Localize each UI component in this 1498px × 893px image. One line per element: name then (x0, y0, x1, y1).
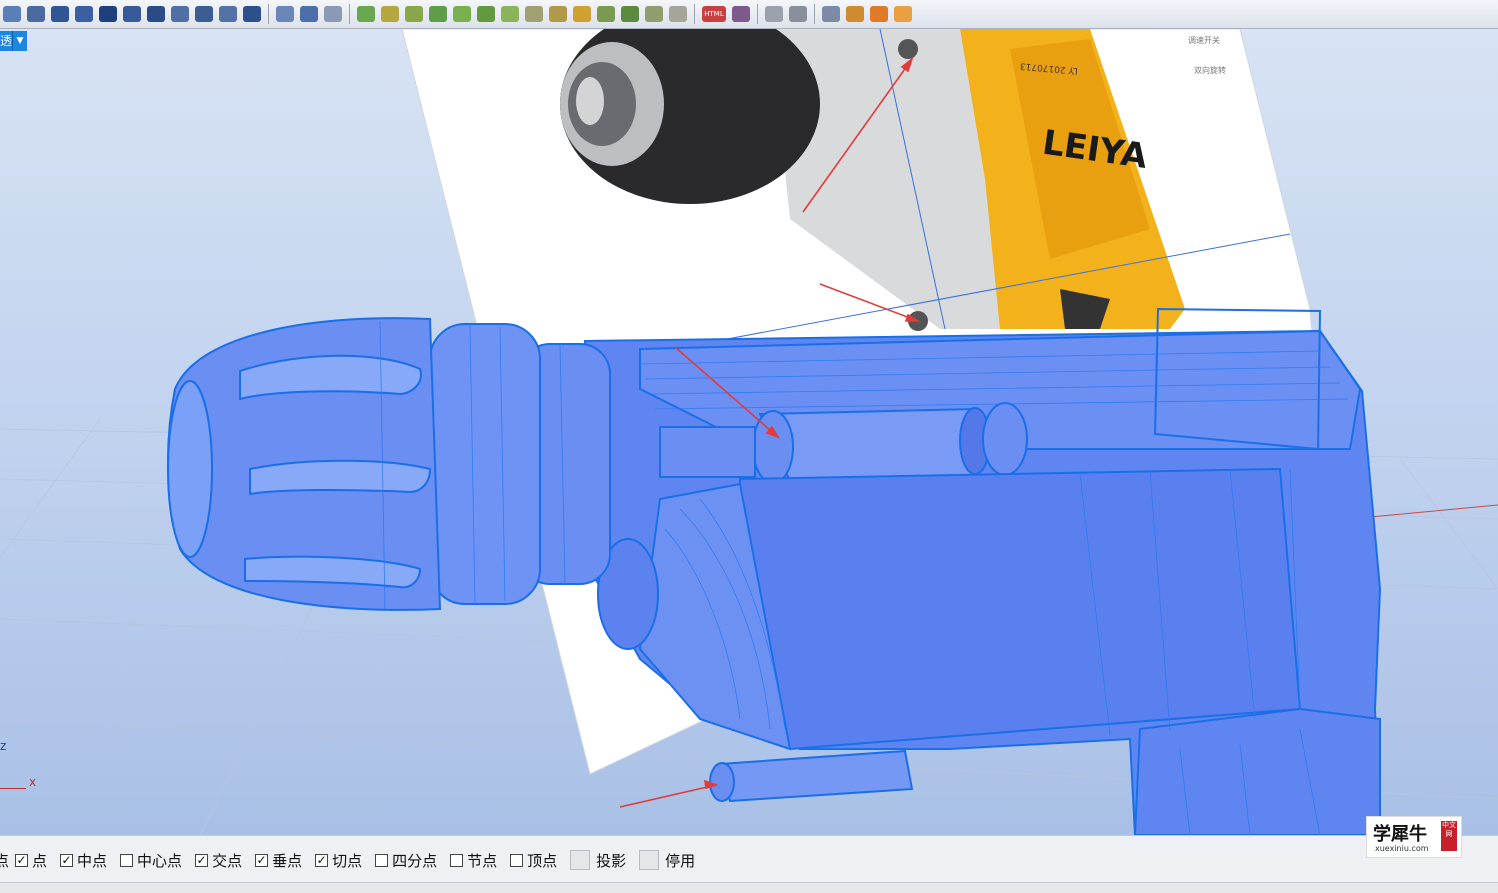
status-lower-strip (0, 882, 1498, 893)
toolbar-separator (694, 4, 695, 24)
osnap-label: 顶点 (527, 851, 558, 870)
osnap-item[interactable]: 顶点 (510, 850, 557, 871)
osnap-checkbox[interactable] (120, 853, 134, 867)
disable-label: 停用 (665, 851, 696, 870)
reference-note-2: 双向旋转 (1194, 65, 1226, 75)
osnap-checkbox[interactable] (375, 853, 389, 867)
viewport-title-label[interactable]: 透 (0, 31, 12, 51)
osnap-item[interactable]: ✓ 切点 (315, 850, 362, 871)
x-axis-label: x (29, 775, 37, 789)
monitor-icon[interactable] (822, 6, 840, 22)
osnap-item[interactable]: 节点 (450, 850, 497, 871)
toolbar-separator (268, 4, 269, 24)
search-icon[interactable] (846, 6, 864, 22)
osnap-label: 切点 (332, 851, 363, 870)
main-toolbar: HTML (0, 0, 1498, 29)
solid-icon[interactable] (243, 6, 261, 22)
surface-icon[interactable] (195, 6, 213, 22)
print-icon[interactable] (765, 6, 783, 22)
osnap-item[interactable]: 中心点 (120, 850, 182, 871)
osnap-checkbox[interactable]: ✓ (195, 853, 209, 867)
export-icon[interactable] (732, 6, 750, 22)
osnap-bar: 点 ✓ 点 ✓ 中点 中心点 ✓ 交点 ✓ 垂点 ✓ 切点 四分点 节点 顶点 投影 停用 (0, 835, 1498, 893)
mesh-icon[interactable] (669, 6, 687, 22)
osnap-label: 中心点 (137, 851, 183, 870)
project-label: 投影 (596, 851, 627, 870)
disable-toggle[interactable]: 停用 (639, 850, 695, 871)
project-button[interactable] (570, 850, 591, 870)
watermark-seal: 中文网 (1441, 821, 1457, 851)
arc-icon[interactable] (171, 6, 189, 22)
render-icon[interactable] (381, 6, 399, 22)
osnap-checkbox[interactable]: ✓ (255, 853, 269, 867)
site-watermark: 学犀牛 中文网 xuexiniu.com (1366, 816, 1462, 858)
x-axis-indicator (0, 788, 26, 789)
toolbar-separator (349, 4, 350, 24)
osnap-checkbox[interactable] (510, 853, 524, 867)
truncated-label: 点 (0, 851, 10, 870)
zebra-icon[interactable] (549, 6, 567, 22)
osnap-item[interactable]: ✓ 中点 (60, 850, 107, 871)
osnap-label: 四分点 (392, 851, 438, 870)
watermark-title: 学犀牛 (1373, 824, 1427, 845)
analyze-icon[interactable] (477, 6, 495, 22)
project-toggle[interactable]: 投影 (570, 850, 626, 871)
osnap-label: 垂点 (272, 851, 303, 870)
move-icon[interactable] (99, 6, 117, 22)
osnap-checkbox[interactable]: ✓ (60, 853, 74, 867)
curvature-icon[interactable] (501, 6, 519, 22)
z-axis-label: z (0, 739, 7, 753)
options-icon[interactable] (789, 6, 807, 22)
x-axis-line (1369, 504, 1498, 518)
eye-icon[interactable] (324, 6, 342, 22)
osnap-label: 节点 (467, 851, 498, 870)
env-map-icon[interactable] (573, 6, 591, 22)
chevron-down-icon[interactable]: ▼ (12, 31, 27, 51)
surface-edit-icon[interactable] (453, 6, 471, 22)
osnap-item[interactable]: 四分点 (375, 850, 437, 871)
paint-icon[interactable] (357, 6, 375, 22)
fillet-icon[interactable] (300, 6, 318, 22)
osnap-checkbox[interactable] (450, 853, 464, 867)
boolean-icon[interactable] (276, 6, 294, 22)
decal-icon[interactable] (621, 6, 639, 22)
draft-icon[interactable] (525, 6, 543, 22)
texture-icon[interactable] (645, 6, 663, 22)
toolbar-separator (814, 4, 815, 24)
osnap-checkbox[interactable]: ✓ (315, 853, 329, 867)
osnap-label: 点 (32, 851, 48, 870)
osnap-item[interactable]: ✓ 交点 (195, 850, 242, 871)
material-icon[interactable] (429, 6, 447, 22)
osnap-checkbox[interactable]: ✓ (15, 853, 29, 867)
view-icon[interactable] (3, 6, 21, 22)
watermark-url: xuexiniu.com (1375, 844, 1429, 853)
curve-icon[interactable] (147, 6, 165, 22)
light-icon[interactable] (405, 6, 423, 22)
osnap-row: 点 ✓ 点 ✓ 中点 中心点 ✓ 交点 ✓ 垂点 ✓ 切点 四分点 节点 顶点 投影 停用 (0, 850, 708, 870)
viewport-title-tab[interactable]: 透 ▼ (0, 31, 27, 51)
osnap-item[interactable]: ✓ 点 (15, 850, 47, 871)
disable-button[interactable] (639, 850, 660, 870)
reference-note-1: 调速开关 (1188, 35, 1220, 45)
osnap-item[interactable]: ✓ 垂点 (255, 850, 302, 871)
html-icon[interactable]: HTML (702, 6, 726, 22)
perspective-viewport[interactable]: LEIYA LY 20170713 调速开关 双向旋转 透 ▼ z x (0, 29, 1498, 835)
select-icon[interactable] (75, 6, 93, 22)
color-icon[interactable] (597, 6, 615, 22)
osnap-label: 中点 (77, 851, 108, 870)
cursor-icon[interactable] (51, 6, 69, 22)
layer-icon[interactable] (27, 6, 45, 22)
refresh-icon[interactable] (870, 6, 888, 22)
loft-icon[interactable] (219, 6, 237, 22)
rotate-icon[interactable] (123, 6, 141, 22)
drill-3d-model[interactable] (167, 307, 1382, 835)
viewport-canvas: LEIYA LY 20170713 调速开关 双向旋转 (0, 29, 1498, 835)
toolbar-separator (757, 4, 758, 24)
help-icon[interactable] (894, 6, 912, 22)
osnap-label: 交点 (212, 851, 243, 870)
